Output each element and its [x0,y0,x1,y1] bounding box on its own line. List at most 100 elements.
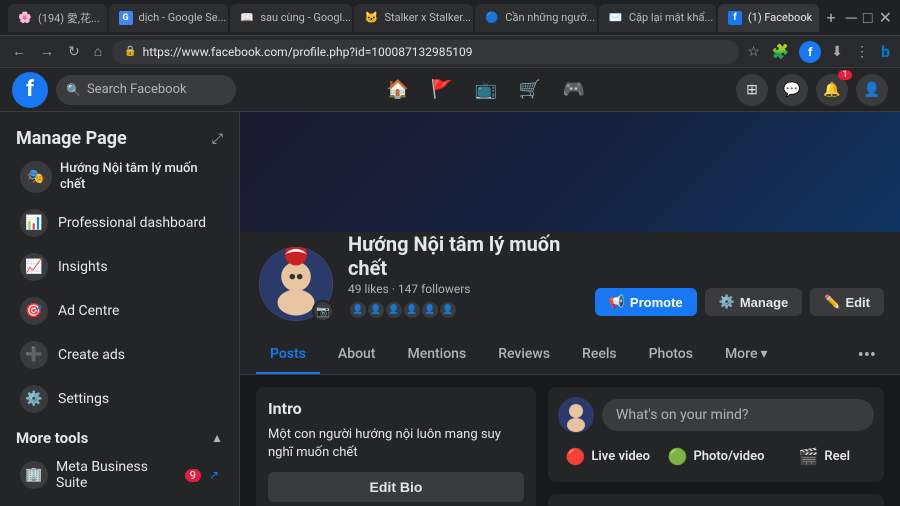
sidebar-item-settings[interactable]: ⚙️ Settings [4,377,235,421]
fb-search-bar[interactable]: 🔍 Search Facebook [56,75,236,105]
composer-top: What's on your mind? [558,397,874,433]
nav-watch[interactable]: 📺 [466,72,506,108]
tab-1[interactable]: 🌸 (194) 愛,花... ✕ [8,4,107,32]
likes-count: 49 likes [348,282,389,296]
intro-card: Intro Một con người hướng nội luôn mang … [256,387,536,506]
tab-6-favicon: ✉️ [609,11,623,25]
promote-icon: 📢 [609,294,625,310]
minimize-icon[interactable]: ─ [846,8,857,28]
tab-4[interactable]: 🐱 Stalker x Stalker... ✕ [354,4,473,32]
sidebar-page-name: Hướng Nội tâm lý muốn chết [60,161,219,192]
reload-button[interactable]: ↻ [64,44,84,60]
reel-label: Reel [824,449,850,464]
nav-marketplace[interactable]: 🛒 [510,72,550,108]
sidebar-header: Manage Page ⤢ [0,120,239,153]
notifications-icon[interactable]: 🔔 1 [816,74,848,106]
nav-home[interactable]: 🏠 [378,72,418,108]
apps-icon[interactable]: ⊞ [736,74,768,106]
meta-suite-badge: 9 [185,469,201,482]
settings-icon[interactable]: ⋮ [853,42,871,62]
page-stats: 49 likes · 147 followers [348,282,583,296]
tab-1-close[interactable]: ✕ [106,12,107,23]
star-icon[interactable]: ☆ [745,42,762,62]
tab-reviews[interactable]: Reviews [484,336,564,374]
edit-button[interactable]: ✏️ Edit [810,288,884,316]
tab-5[interactable]: 🔵 Cần những ngườ... ✕ [475,4,597,32]
fb-header: f 🔍 Search Facebook 🏠 🚩 📺 🛒 🎮 ⊞ 💬 🔔 1 👤 [0,68,900,112]
forward-button[interactable]: → [36,43,58,60]
sidebar-expand-icon[interactable]: ⤢ [212,131,223,147]
meta-suite-external-icon[interactable]: ↗ [209,468,219,482]
fb-logo: f [12,72,48,108]
tab-5-favicon: 🔵 [485,11,499,25]
nav-gaming[interactable]: 🎮 [554,72,594,108]
extension-icon[interactable]: 🧩 [770,42,791,62]
fb-main: Manage Page ⤢ 🎭 Hướng Nội tâm lý muốn ch… [0,112,900,506]
more-tools-arrow[interactable]: ▲ [211,431,223,445]
right-column: What's on your mind? 🔴 Live video 🟢 Phot… [548,387,884,506]
reel-action[interactable]: 🎬 Reel [774,441,874,472]
tab-more[interactable]: More ▾ [711,336,782,374]
follower-3: 👤 [384,300,404,320]
home-button[interactable]: ⌂ [90,43,106,60]
downloads-icon[interactable]: ⬇ [829,42,845,62]
sidebar-item-dashboard[interactable]: 📊 Professional dashboard [4,201,235,245]
tab-2-title: dịch - Google Se... [139,11,227,24]
new-tab-button[interactable]: + [821,8,842,27]
tab-2-favicon: G [119,11,133,25]
live-video-action[interactable]: 🔴 Live video [558,441,658,472]
sidebar-page-item[interactable]: 🎭 Hướng Nội tâm lý muốn chết [4,153,235,201]
tab-1-favicon: 🌸 [18,11,32,25]
nav-flag[interactable]: 🚩 [422,72,462,108]
sidebar-item-ad-centre[interactable]: 🎯 Ad Centre [4,289,235,333]
back-button[interactable]: ← [8,43,30,60]
tab-3[interactable]: 📖 sau cùng - Googl... ✕ [230,4,352,32]
account-icon[interactable]: 👤 [856,74,888,106]
composer-avatar [558,397,594,433]
sidebar-meta-label: Meta Business Suite [56,459,177,491]
close-window-icon[interactable]: ✕ [879,8,892,27]
edit-bio-button[interactable]: Edit Bio [268,472,524,502]
photo-video-action[interactable]: 🟢 Photo/video [662,441,771,472]
follower-1: 👤 [348,300,368,320]
post-input[interactable]: What's on your mind? [602,399,874,431]
tab-reels[interactable]: Reels [568,336,631,374]
profile-info: Hướng Nội tâm lý muốn chết 49 likes · 14… [348,232,583,324]
fb-logo-text: f [26,77,34,102]
tab-2[interactable]: G dịch - Google Se... ✕ [109,4,229,32]
tab-about[interactable]: About [324,336,390,374]
tab-1-title: (194) 愛,花... [38,10,100,26]
tab-posts[interactable]: Posts [256,336,320,374]
chevron-down-icon: ▾ [760,346,767,362]
sidebar-page-avatar: 🎭 [20,161,52,193]
meta-suite-icon: 🏢 [20,461,48,489]
profile-area: 📷 Hướng Nội tâm lý muốn chết 49 likes · … [240,232,900,336]
settings-sidebar-icon: ⚙️ [20,385,48,413]
sidebar-item-meta-suite[interactable]: 🏢 Meta Business Suite 9 ↗ [4,451,235,499]
more-options-dots[interactable]: ••• [850,337,884,374]
url-bar[interactable]: 🔒 https://www.facebook.com/profile.php?i… [112,40,739,64]
follower-4: 👤 [402,300,422,320]
sidebar-item-insights[interactable]: 📈 Insights [4,245,235,289]
bing-icon[interactable]: b [879,40,892,63]
camera-icon[interactable]: 📷 [312,300,334,322]
tab-mentions[interactable]: Mentions [393,336,480,374]
tab-photos[interactable]: Photos [635,336,707,374]
promote-button[interactable]: 📢 Promote [595,288,697,316]
featured-section: Featured Manage 🎭 Hướng Nội tâm lý muốn … [548,494,884,506]
sidebar-item-create-ads[interactable]: ➕ Create ads [4,333,235,377]
messenger-icon[interactable]: 💬 [776,74,808,106]
create-ads-icon: ➕ [20,341,48,369]
manage-icon: ⚙️ [719,294,735,310]
sidebar-insights-label: Insights [58,259,108,275]
facebook-app: f 🔍 Search Facebook 🏠 🚩 📺 🛒 🎮 ⊞ 💬 🔔 1 👤 [0,68,900,506]
sidebar-avatar-emoji: 🎭 [27,169,44,185]
composer-actions: 🔴 Live video 🟢 Photo/video 🎬 Reel [558,441,874,472]
profile-icon[interactable]: f [799,41,821,63]
maximize-icon[interactable]: □ [863,8,873,28]
tab-7-favicon: f [728,11,742,25]
manage-button[interactable]: ⚙️ Manage [705,288,803,316]
tab-6[interactable]: ✉️ Cặp lại mật khẩ... ✕ [599,4,716,32]
tab-7-active[interactable]: f (1) Facebook ✕ [718,4,819,32]
manage-label: Manage [740,295,788,310]
